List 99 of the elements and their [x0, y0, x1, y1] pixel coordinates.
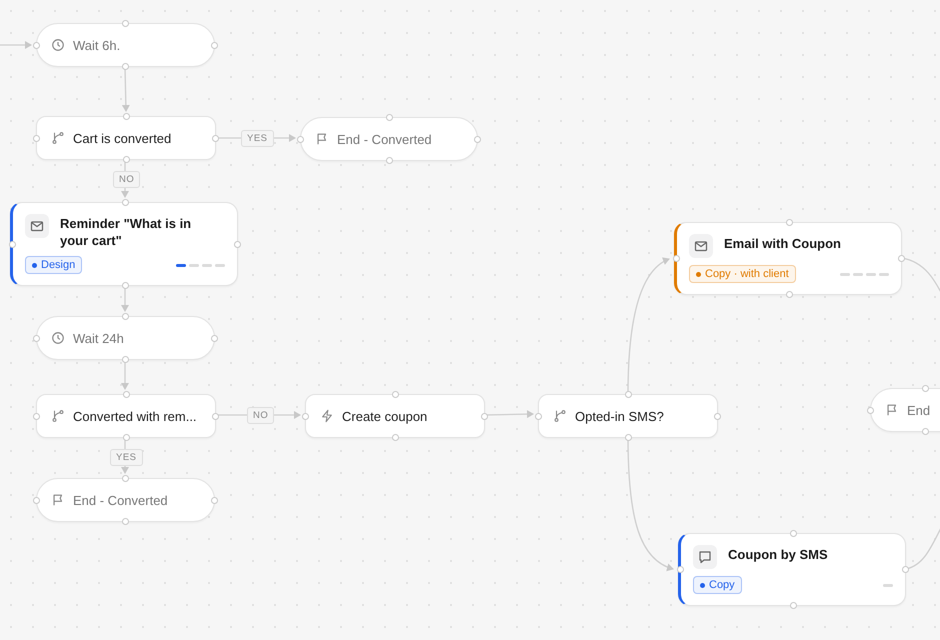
connection-handle[interactable] — [211, 334, 218, 342]
connection-handle[interactable] — [122, 434, 130, 441]
connection-handle[interactable] — [386, 157, 392, 164]
connection-handle[interactable] — [122, 518, 129, 525]
flow-node[interactable]: Converted with rem... — [36, 394, 216, 438]
status-tag: Design — [25, 256, 82, 274]
connection-handle[interactable] — [122, 475, 129, 482]
connector-line — [121, 286, 129, 312]
connection-handle[interactable] — [386, 114, 392, 121]
branch-icon — [553, 409, 567, 423]
connection-handle[interactable] — [211, 42, 218, 48]
connection-handle[interactable] — [33, 412, 40, 420]
connection-handle[interactable] — [9, 240, 16, 248]
connection-handle[interactable] — [212, 412, 219, 420]
connection-handle[interactable] — [898, 255, 905, 262]
connection-handle[interactable] — [922, 428, 928, 435]
connection-handle[interactable] — [481, 412, 488, 420]
connection-handle[interactable] — [392, 391, 398, 398]
connector-line — [0, 41, 32, 49]
connection-handle[interactable] — [211, 496, 218, 504]
connection-handle[interactable] — [535, 412, 542, 420]
node-label: Cart is converted — [73, 130, 172, 146]
connection-handle[interactable] — [474, 136, 481, 142]
connection-handle[interactable] — [33, 496, 40, 504]
connection-handle[interactable] — [786, 219, 792, 226]
connection-handle[interactable] — [33, 334, 40, 342]
connection-handle[interactable] — [234, 240, 241, 248]
connection-handle[interactable] — [624, 391, 632, 398]
node-label: End — [907, 402, 930, 418]
node-title: Email with Coupon — [724, 235, 841, 252]
branch-icon — [51, 131, 65, 145]
connection-handle[interactable] — [122, 391, 130, 398]
status-tag: Copy — [693, 576, 742, 594]
connection-handle[interactable] — [867, 406, 874, 414]
connection-handle[interactable] — [677, 566, 684, 573]
connection-handle[interactable] — [122, 199, 128, 206]
flow-node[interactable]: Email with Coupon Copy · with client — [674, 222, 902, 295]
flow-node[interactable]: End - Converted — [300, 117, 478, 161]
connector-line — [216, 414, 247, 416]
connection-handle[interactable] — [122, 156, 130, 163]
connection-handle[interactable] — [922, 385, 928, 392]
branch-icon — [51, 409, 65, 423]
clock-icon — [51, 331, 65, 345]
flow-node[interactable]: Coupon by SMS Copy — [678, 533, 906, 606]
connection-handle[interactable] — [122, 313, 129, 320]
connector-line — [273, 134, 296, 142]
connection-handle[interactable] — [33, 134, 40, 142]
connection-handle[interactable] — [122, 356, 129, 363]
flag-icon — [885, 403, 899, 417]
lightning-icon — [320, 409, 334, 423]
node-label: Wait 24h — [73, 330, 124, 346]
node-title: Coupon by SMS — [728, 546, 828, 563]
flow-node[interactable]: Reminder "What is in your cart" Design — [10, 202, 238, 286]
flag-icon — [51, 493, 65, 507]
flow-node[interactable]: Create coupon — [305, 394, 485, 438]
connection-handle[interactable] — [297, 136, 304, 142]
envelope-icon — [25, 214, 49, 238]
connection-handle[interactable] — [624, 434, 632, 441]
connection-handle[interactable] — [302, 412, 309, 420]
chat-bubble-icon — [693, 545, 717, 569]
status-tag: Copy · with client — [689, 265, 796, 283]
connection-handle[interactable] — [786, 291, 792, 298]
connection-handle[interactable] — [122, 20, 129, 27]
connector-line — [121, 187, 129, 198]
connection-handle[interactable] — [122, 113, 130, 120]
flow-node[interactable]: End — [870, 388, 940, 432]
flow-node[interactable]: Opted-in SMS? — [538, 394, 718, 438]
connector-line — [216, 137, 241, 139]
connection-handle[interactable] — [902, 566, 909, 573]
flow-node[interactable]: Cart is converted — [36, 116, 216, 160]
flow-node[interactable]: End - Converted — [36, 478, 215, 522]
clock-icon — [51, 38, 65, 52]
connection-handle[interactable] — [33, 42, 40, 48]
node-label: End - Converted — [337, 132, 432, 146]
flow-node[interactable]: Wait 24h — [36, 316, 215, 360]
connector-line — [121, 360, 129, 390]
connection-handle[interactable] — [790, 530, 796, 537]
connector-line — [121, 465, 129, 474]
connection-handle[interactable] — [122, 63, 129, 70]
node-label: End - Converted — [73, 492, 168, 508]
node-label: Opted-in SMS? — [575, 408, 664, 424]
envelope-icon — [689, 234, 713, 258]
connection-handle[interactable] — [673, 255, 680, 262]
node-label: Create coupon — [342, 408, 428, 424]
flag-icon — [315, 132, 329, 146]
connection-handle[interactable] — [122, 282, 128, 289]
branch-label: YES — [110, 449, 143, 466]
node-label: Wait 6h. — [73, 38, 120, 52]
connection-handle[interactable] — [714, 412, 721, 420]
connection-handle[interactable] — [212, 134, 219, 142]
connection-handle[interactable] — [790, 602, 796, 609]
node-title: Reminder "What is in your cart" — [60, 215, 192, 249]
branch-label: NO — [247, 407, 274, 424]
branch-label: YES — [241, 130, 274, 147]
connector-line — [273, 411, 301, 419]
branch-label: NO — [113, 171, 140, 188]
connection-handle[interactable] — [392, 434, 398, 441]
flow-node[interactable]: Wait 6h. — [36, 23, 215, 67]
node-label: Converted with rem... — [73, 408, 197, 424]
